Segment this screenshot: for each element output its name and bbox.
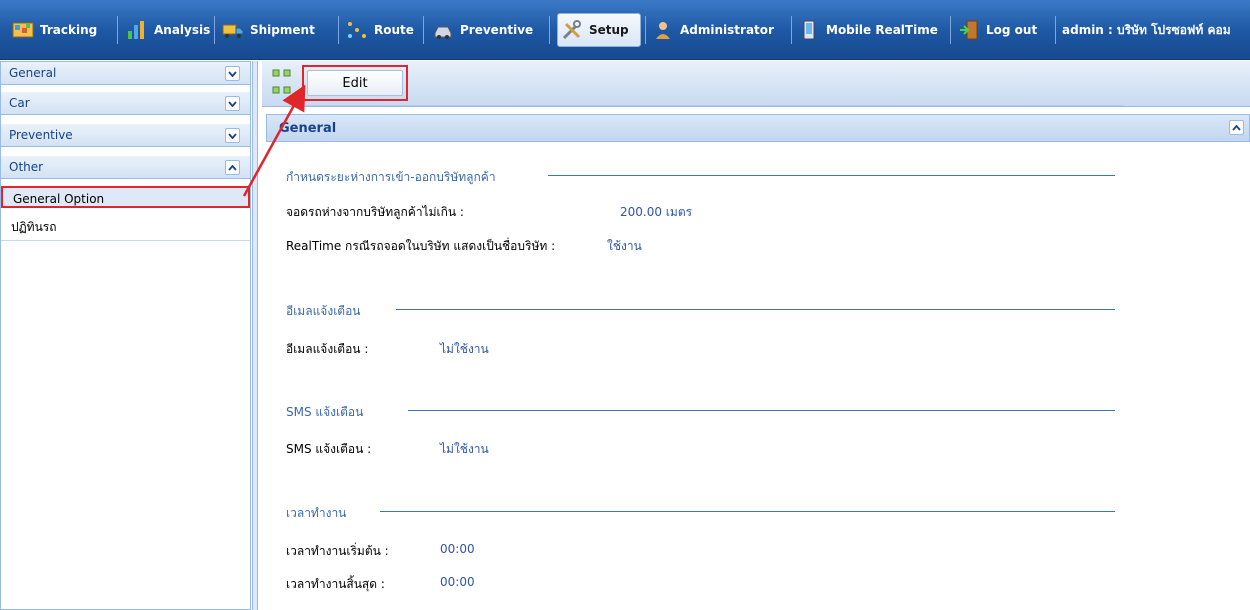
mobile-phone-icon (803, 20, 815, 40)
fieldset-legend-working-time: เวลาทำงาน (286, 506, 347, 520)
accordion-preventive[interactable]: Preventive (1, 124, 250, 147)
nav-shipment[interactable]: Shipment (222, 13, 315, 47)
tracking-icon (12, 22, 34, 38)
expand-chevron-icon[interactable] (225, 66, 240, 81)
fieldset-legend-email-alert: อีเมลแจ้งเตือน (286, 304, 361, 318)
accordion-car-label: Car (9, 96, 30, 110)
field-label-work-end: เวลาทำงานสิ้นสุด : (286, 577, 385, 591)
shipment-truck-icon (222, 24, 244, 38)
field-value-work-end: 00:00 (440, 575, 475, 589)
route-icon (348, 22, 366, 38)
nav-logout-label: Log out (986, 23, 1038, 37)
nav-separator (1055, 16, 1056, 44)
nav-preventive[interactable]: Preventive (432, 13, 533, 47)
panel-title: General (279, 121, 337, 136)
nav-shipment-label: Shipment (250, 23, 315, 37)
expand-chevron-icon[interactable] (225, 96, 240, 111)
fieldset-legend-sms-alert: SMS แจ้งเตือน (286, 405, 364, 419)
field-label-sms-alert: SMS แจ้งเตือน : (286, 442, 372, 456)
current-user-text: admin : บริษัท โปรซอฟท์ คอม (1062, 22, 1231, 37)
nav-mobile-realtime[interactable]: Mobile RealTime (798, 13, 938, 47)
nav-separator (338, 16, 339, 44)
nav-setup[interactable]: Setup (557, 13, 641, 47)
preventive-car-icon (434, 26, 452, 39)
nav-tracking-label: Tracking (40, 23, 98, 37)
nav-route[interactable]: Route (346, 13, 414, 47)
sidebar-item-car-calendar[interactable]: ปฏิทินรถ (1, 214, 250, 236)
fieldset-line (408, 410, 1115, 411)
field-value-work-start: 00:00 (440, 542, 475, 556)
nav-analysis-label: Analysis (154, 23, 211, 37)
sidebar-item-label: ปฏิทินรถ (11, 220, 57, 234)
nav-separator (950, 16, 951, 44)
general-panel-header: General (266, 114, 1250, 142)
sidebar-divider (1, 240, 250, 241)
nav-separator (423, 16, 424, 44)
edit-button[interactable]: Edit (302, 65, 408, 101)
accordion-general[interactable]: General (1, 62, 250, 85)
nav-separator (791, 16, 792, 44)
field-value-sms-alert: ไม่ใช้งาน (440, 442, 489, 456)
nav-logout[interactable]: Log out (958, 13, 1037, 47)
content-toolbar: Edit (262, 61, 1250, 107)
logout-door-icon (960, 20, 978, 40)
field-label-realtime-company: RealTime กรณีรถจอดในบริษัท แสดงเป็นชื่อบ… (286, 239, 556, 253)
nav-separator (645, 16, 646, 44)
field-value-email-alert: ไม่ใช้งาน (440, 342, 489, 356)
administrator-user-icon (656, 22, 670, 39)
sidebar-item-general-option[interactable]: General Option (1, 186, 250, 208)
sidebar-item-label: General Option (13, 192, 105, 206)
fieldset-line (380, 511, 1115, 512)
collapse-chevron-icon[interactable] (225, 160, 240, 175)
fieldset-line (548, 175, 1115, 176)
nav-mobile-realtime-label: Mobile RealTime (826, 23, 938, 37)
nav-administrator-label: Administrator (680, 23, 774, 37)
edit-button-face[interactable]: Edit (307, 70, 403, 96)
left-accordion: General Car Preventive Other General Opt… (0, 61, 251, 610)
nav-separator (117, 16, 118, 44)
field-value-realtime-company: ใช้งาน (607, 239, 642, 253)
fieldset-line (396, 309, 1115, 310)
field-label-work-start: เวลาทำงานเริ่มต้น : (286, 544, 389, 558)
accordion-car[interactable]: Car (1, 92, 250, 115)
accordion-other[interactable]: Other (1, 156, 250, 179)
nav-separator (214, 16, 215, 44)
expand-chevron-icon[interactable] (225, 128, 240, 143)
toolbar-divider (302, 105, 1124, 106)
panel-splitter-handle[interactable] (252, 61, 258, 610)
setup-tools-icon (562, 20, 581, 40)
accordion-preventive-label: Preventive (9, 128, 73, 142)
accordion-other-label: Other (9, 160, 44, 174)
current-user-label: admin : บริษัท โปรซอฟท์ คอม (1062, 13, 1250, 47)
field-label-email-alert: อีเมลแจ้งเตือน : (286, 342, 369, 356)
field-value-parking-distance: 200.00 เมตร (620, 205, 693, 219)
edit-button-label: Edit (342, 75, 368, 91)
nav-route-label: Route (374, 23, 414, 37)
nav-analysis[interactable]: Analysis (126, 13, 210, 47)
fieldset-legend-customer-distance: กำหนดระยะห่างการเข้า-ออกบริษัทลูกค้า (286, 170, 496, 184)
nav-tracking[interactable]: Tracking (12, 13, 97, 47)
toolbar-grip-icon (272, 69, 291, 94)
nav-separator (549, 16, 550, 44)
collapse-chevron-icon[interactable] (1229, 120, 1244, 135)
accordion-general-label: General (9, 66, 57, 80)
field-label-parking-distance: จอดรถห่างจากบริษัทลูกค้าไม่เกิน : (286, 205, 464, 219)
nav-setup-label: Setup (589, 23, 629, 37)
analysis-icon (128, 21, 144, 39)
nav-preventive-label: Preventive (460, 23, 534, 37)
top-nav-bar: Tracking Analysis Shipment Route Prevent… (0, 0, 1250, 60)
nav-administrator[interactable]: Administrator (652, 13, 774, 47)
